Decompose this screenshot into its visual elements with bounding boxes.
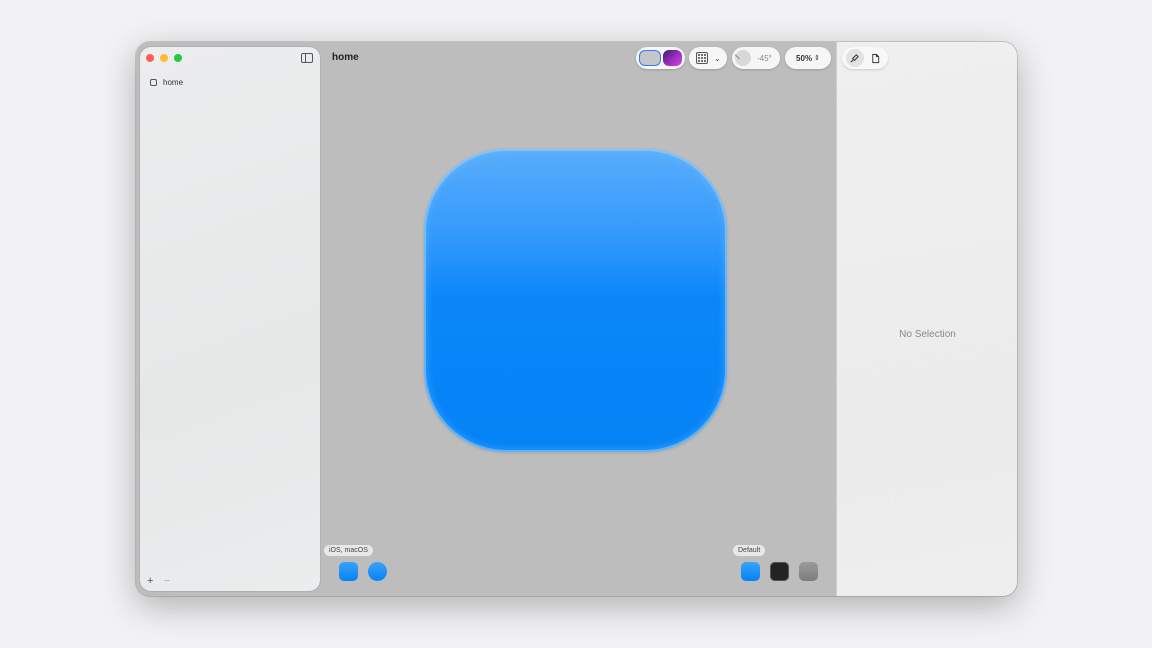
zoom-value: 50% xyxy=(796,53,813,63)
light-angle-control[interactable]: -45° xyxy=(732,47,780,69)
minimize-window-button[interactable] xyxy=(160,54,168,62)
ios-icon-thumbnail[interactable] xyxy=(339,562,358,581)
platform-group-label: iOS, macOS xyxy=(324,545,373,556)
close-window-button[interactable] xyxy=(146,54,154,62)
appearance-toggle[interactable] xyxy=(636,47,685,69)
sidebar: home + − xyxy=(140,47,320,591)
app-icon-preview[interactable] xyxy=(424,149,727,452)
default-variant-thumbnail[interactable] xyxy=(741,562,760,581)
file-square-icon xyxy=(150,79,157,86)
dark-variant-thumbnail[interactable] xyxy=(770,562,789,581)
zoom-window-button[interactable] xyxy=(174,54,182,62)
document-title: home xyxy=(332,52,359,63)
dark-appearance-button[interactable] xyxy=(663,50,682,66)
sidebar-item-home[interactable]: home xyxy=(150,78,183,87)
document-icon xyxy=(872,53,880,63)
tab-appearance[interactable] xyxy=(845,49,864,67)
tinted-variant-thumbnail[interactable] xyxy=(799,562,818,581)
inspector-panel: No Selection xyxy=(836,42,1017,596)
tab-document[interactable] xyxy=(867,49,885,67)
add-item-button[interactable]: + xyxy=(147,575,153,587)
no-selection-label: No Selection xyxy=(899,329,956,340)
sidebar-item-label: home xyxy=(163,78,184,87)
light-appearance-button[interactable] xyxy=(639,50,661,66)
chevron-down-icon: ⌄ xyxy=(714,53,721,63)
inspector-tabs xyxy=(842,47,888,69)
stepper-icon: ⇕ xyxy=(814,54,820,62)
macos-icon-thumbnail[interactable] xyxy=(368,562,387,581)
remove-item-button[interactable]: − xyxy=(164,576,170,587)
platform-menu-button[interactable]: ⌄ xyxy=(689,47,727,69)
app-window: home + − home ⌄ -45° 50% ⇕ iOS, macOS De… xyxy=(136,42,1017,596)
angle-dial-icon[interactable] xyxy=(735,50,751,66)
brush-icon xyxy=(850,53,859,63)
angle-value: -45° xyxy=(757,53,772,63)
zoom-control[interactable]: 50% ⇕ xyxy=(785,47,831,69)
variant-group-label: Default xyxy=(733,545,766,556)
grid-icon xyxy=(696,52,708,64)
sidebar-toggle-icon[interactable] xyxy=(301,53,313,63)
